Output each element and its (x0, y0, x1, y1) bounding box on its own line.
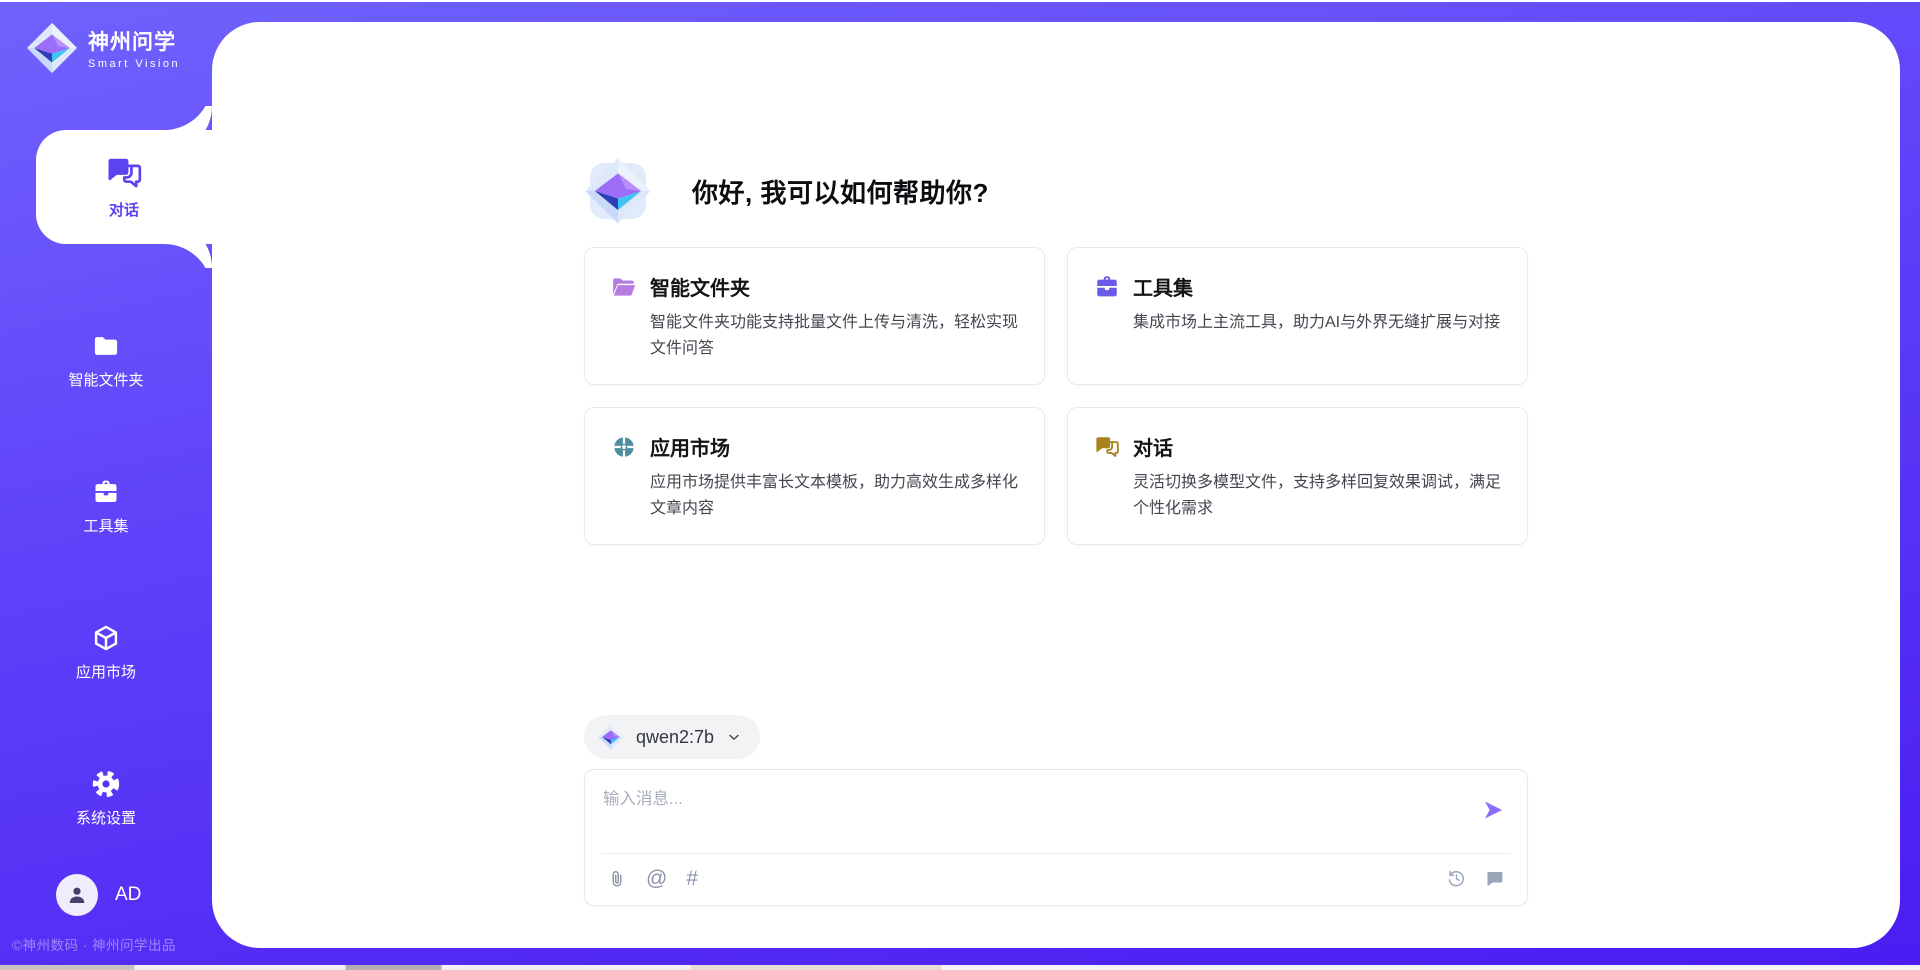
sidebar-item-app-market[interactable]: 应用市场 (0, 624, 212, 682)
copyright-text: ©神州数码 · 神州问学出品 (12, 934, 176, 954)
chat-icon (1094, 434, 1120, 460)
sidebar-nav: 对话 智能文件夹 工具集 应用市场 系统设置 (0, 130, 212, 828)
send-icon (1481, 798, 1505, 822)
briefcase-icon (89, 478, 123, 506)
brand-logo: 神州问学 Smart Vision (26, 22, 180, 74)
sidebar-item-toolset[interactable]: 工具集 (0, 478, 212, 536)
briefcase-icon (1094, 274, 1120, 300)
person-icon (65, 883, 89, 907)
brand-name: 神州问学 (88, 26, 180, 56)
sidebar-item-settings[interactable]: 系统设置 (0, 770, 212, 828)
at-icon[interactable]: @ (646, 868, 667, 889)
sidebar-item-label: 对话 (109, 199, 139, 220)
card-title: 智能文件夹 (650, 272, 750, 301)
diamond-icon (584, 157, 652, 225)
sidebar-item-label: 应用市场 (76, 661, 136, 682)
window-top-edge (0, 0, 1920, 2)
cube-icon (89, 624, 123, 652)
chevron-down-icon (726, 729, 742, 745)
sidebar-item-label: 工具集 (83, 515, 128, 536)
paperclip-icon[interactable] (607, 869, 627, 889)
composer-toolbar-right (1446, 868, 1505, 889)
folder-icon (89, 332, 123, 360)
history-icon[interactable] (1446, 868, 1467, 889)
chat-icon (105, 154, 143, 192)
main-panel: 你好, 我可以如何帮助你? 智能文件夹 智能文件夹功能支持批量文件上传与清洗，轻… (212, 22, 1900, 948)
brand-text: 神州问学 Smart Vision (88, 26, 180, 70)
hash-icon[interactable]: # (686, 868, 698, 889)
greeting-title: 你好, 我可以如何帮助你? (692, 173, 989, 210)
card-title: 对话 (1133, 432, 1173, 461)
card-title: 工具集 (1133, 272, 1193, 301)
card-description: 灵活切换多模型文件，支持多样回复效果调试，满足个性化需求 (1133, 470, 1501, 522)
sidebar: 神州问学 Smart Vision 对话 智能文件夹 工具集 应用市场 系统设置 (0, 0, 212, 970)
card-toolset[interactable]: 工具集 集成市场上主流工具，助力AI与外界无缝扩展与对接 (1067, 247, 1528, 385)
brand-diamond-icon (26, 22, 78, 74)
model-diamond-icon (598, 724, 624, 750)
card-app-market[interactable]: 应用市场 应用市场提供丰富长文本模板，助力高效生成多样化文章内容 (584, 407, 1045, 545)
avatar (56, 874, 98, 916)
message-icon[interactable] (1484, 868, 1505, 889)
grid-icon (611, 434, 637, 460)
sidebar-item-smart-folder[interactable]: 智能文件夹 (0, 332, 212, 390)
card-chat[interactable]: 对话 灵活切换多模型文件，支持多样回复效果调试，满足个性化需求 (1067, 407, 1528, 545)
window-bottom-edge (0, 965, 1920, 970)
gear-icon (89, 770, 123, 798)
main-content: 你好, 我可以如何帮助你? 智能文件夹 智能文件夹功能支持批量文件上传与清洗，轻… (212, 22, 1900, 948)
card-description: 智能文件夹功能支持批量文件上传与清洗，轻松实现文件问答 (650, 310, 1018, 362)
card-title: 应用市场 (650, 432, 730, 461)
composer-toolbar: @ # (607, 852, 1505, 905)
model-selector[interactable]: qwen2:7b (584, 715, 760, 759)
brand-subtitle: Smart Vision (88, 58, 180, 70)
sidebar-item-label: 系统设置 (76, 807, 136, 828)
sidebar-item-chat[interactable]: 对话 (36, 130, 212, 244)
model-name: qwen2:7b (636, 727, 714, 748)
sidebar-item-label: 智能文件夹 (68, 369, 143, 390)
folder-open-icon (611, 274, 637, 300)
message-input[interactable] (585, 770, 1445, 850)
user-profile[interactable]: AD (56, 874, 141, 916)
message-composer: @ # (584, 769, 1528, 906)
assistant-logo (584, 157, 652, 225)
feature-cards: 智能文件夹 智能文件夹功能支持批量文件上传与清洗，轻松实现文件问答 工具集 集成… (584, 247, 1528, 545)
send-button[interactable] (1479, 796, 1507, 824)
greeting-block: 你好, 我可以如何帮助你? (584, 157, 1528, 225)
card-description: 集成市场上主流工具，助力AI与外界无缝扩展与对接 (1133, 310, 1501, 336)
card-description: 应用市场提供丰富长文本模板，助力高效生成多样化文章内容 (650, 470, 1018, 522)
user-name: AD (115, 884, 141, 906)
composer-area: qwen2:7b @ # (584, 715, 1528, 948)
card-smart-folder[interactable]: 智能文件夹 智能文件夹功能支持批量文件上传与清洗，轻松实现文件问答 (584, 247, 1045, 385)
